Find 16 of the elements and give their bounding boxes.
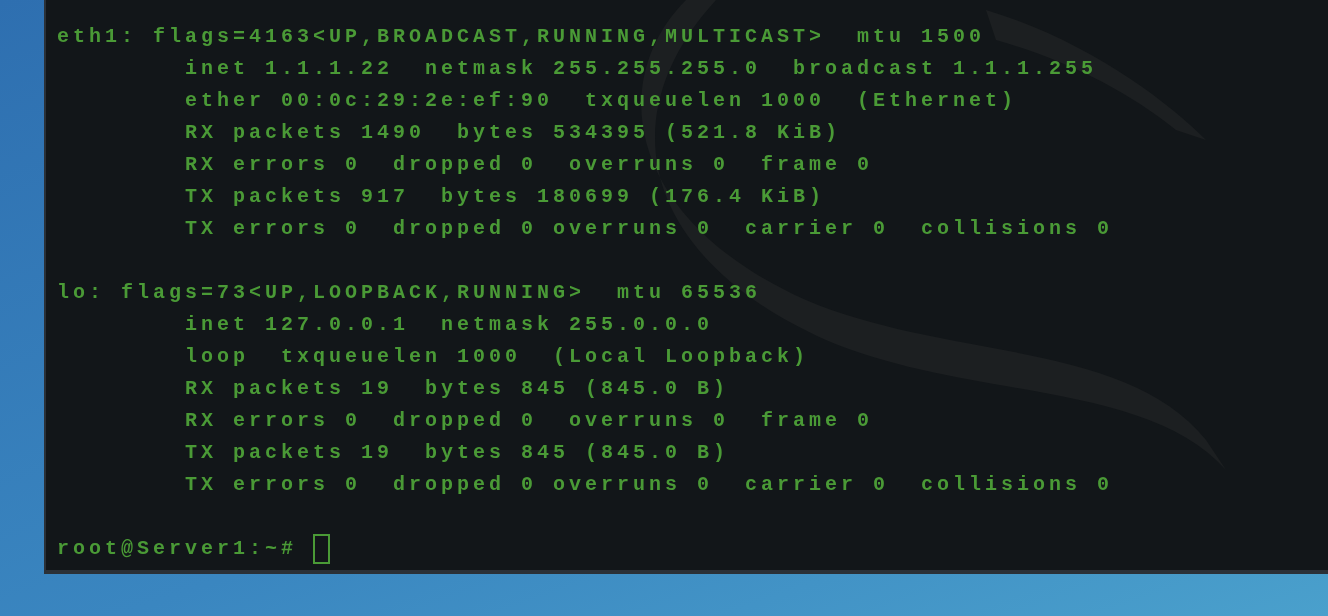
terminal-line: inet 127.0.0.1 netmask 255.0.0.0 (184, 312, 715, 338)
terminal-line: TX errors 0 dropped 0 overruns 0 carrier 0 collisions 0 (184, 216, 1115, 242)
shell-prompt: root@Server1:~# (57, 536, 298, 562)
terminal-line: RX packets 1490 bytes 534395 (521.8 KiB) (184, 120, 843, 146)
terminal-line: ether 00:0c:29:2e:ef:90 txqueuelen 1000 (Ethernet) (184, 88, 1019, 114)
terminal-line: RX packets 19 bytes 845 (845.0 B) (184, 376, 731, 402)
terminal-line: eth1: flags=4163<UP,BROADCAST,RUNNING,MULTICAST> mtu 1500 (57, 24, 987, 50)
terminal-line: loop txqueuelen 1000 (Local Loopback) (184, 344, 811, 370)
terminal-line: RX errors 0 dropped 0 overruns 0 frame 0 (184, 408, 875, 434)
terminal-line: inet 1.1.1.22 netmask 255.255.255.0 broadcast 1.1.1.255 (184, 56, 1099, 82)
terminal-line: TX errors 0 dropped 0 overruns 0 carrier 0 collisions 0 (184, 472, 1115, 498)
terminal-line: lo: flags=73<UP,LOOPBACK,RUNNING> mtu 65536 (57, 280, 763, 306)
terminal-line: TX packets 19 bytes 845 (845.0 B) (184, 440, 731, 466)
terminal-line: RX errors 0 dropped 0 overruns 0 frame 0 (184, 152, 875, 178)
text-cursor (313, 534, 331, 564)
terminal-line: TX packets 917 bytes 180699 (176.4 KiB) (184, 184, 827, 210)
